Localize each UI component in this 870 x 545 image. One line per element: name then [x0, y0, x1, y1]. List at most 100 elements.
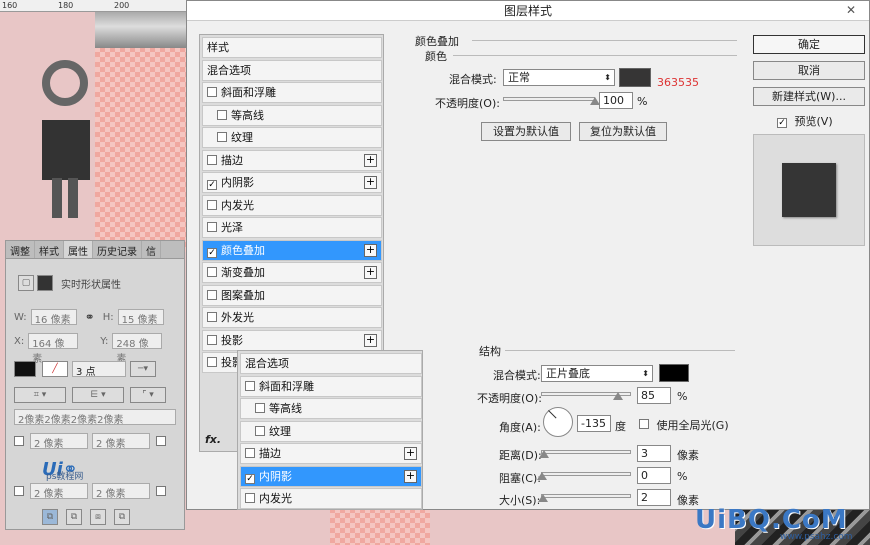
style-checkbox[interactable] — [207, 222, 217, 232]
add-effect-icon[interactable]: + — [364, 333, 377, 347]
is-blend-select[interactable]: 正片叠底 ⬍ — [541, 365, 653, 382]
choke-input[interactable]: 0 — [637, 467, 671, 484]
add-effect-icon[interactable]: + — [364, 266, 377, 279]
opacity-input[interactable]: 100 — [599, 92, 633, 109]
distance-input[interactable]: 3 — [637, 445, 671, 462]
add-effect-icon[interactable]: + — [364, 153, 377, 167]
style-item[interactable]: ✓ 内阴影 + — [240, 465, 422, 487]
exclude-icon[interactable]: ⧉ — [114, 509, 130, 525]
preview-checkbox[interactable]: ✓ — [777, 118, 787, 128]
align-icon[interactable]: ⌗ ▾ — [14, 387, 66, 403]
style-item[interactable]: 描边 + — [202, 149, 382, 171]
style-item[interactable]: 等高线 — [240, 398, 422, 419]
ok-button[interactable]: 确定 — [753, 35, 865, 54]
shape-icon[interactable]: ▢ — [18, 275, 34, 291]
style-item[interactable]: 外发光 — [202, 307, 382, 328]
style-checkbox[interactable] — [207, 87, 217, 97]
height-input[interactable]: 15 像素 — [117, 309, 164, 326]
corner-br-input[interactable]: 2 像素 — [92, 483, 150, 500]
reset-default-button[interactable]: 复位为默认值 — [579, 122, 667, 141]
add-effect-icon[interactable]: + — [364, 243, 377, 257]
combine-icon[interactable]: ⧉ — [42, 509, 58, 525]
choke-slider-thumb[interactable] — [537, 472, 547, 480]
choke-slider[interactable] — [541, 472, 631, 476]
is-opacity-input[interactable]: 85 — [637, 387, 671, 404]
style-item[interactable]: 混合选项 — [202, 59, 382, 81]
size-input[interactable]: 2 — [637, 489, 671, 506]
style-checkbox[interactable] — [207, 267, 217, 277]
style-item[interactable]: 描边 + — [240, 443, 422, 464]
close-icon[interactable]: ✕ — [833, 1, 869, 20]
style-checkbox[interactable] — [207, 199, 217, 210]
tab-history[interactable]: 历史记录 — [93, 241, 142, 258]
style-checkbox[interactable] — [207, 334, 217, 345]
style-item[interactable]: 等高线 — [202, 104, 382, 126]
style-item[interactable]: 斜面和浮雕 — [240, 375, 422, 397]
set-default-button[interactable]: 设置为默认值 — [481, 122, 571, 141]
style-checkbox[interactable] — [245, 448, 255, 458]
style-checkbox[interactable] — [217, 132, 227, 142]
size-slider[interactable] — [541, 494, 631, 498]
style-item[interactable]: ✓ 颜色叠加 + — [202, 239, 382, 261]
style-checkbox[interactable] — [245, 380, 255, 391]
corner-link-checkbox[interactable] — [14, 486, 24, 496]
add-effect-icon[interactable]: + — [404, 447, 417, 460]
width-input[interactable]: 16 像素 — [30, 309, 77, 326]
style-item[interactable]: 内发光 — [240, 488, 422, 509]
corner-tl-input[interactable]: 2 像素 — [30, 433, 88, 450]
corner-radii-input[interactable]: 2像素2像素2像素2像素 — [14, 409, 176, 426]
style-item[interactable]: ✓ 内阴影 + — [202, 172, 382, 193]
cancel-button[interactable]: 取消 — [753, 61, 865, 80]
style-item[interactable]: 样式 — [202, 37, 382, 58]
style-checkbox[interactable] — [207, 312, 217, 322]
link-icon[interactable]: ⚭ — [85, 310, 95, 324]
style-checkbox[interactable] — [207, 154, 217, 165]
angle-dial[interactable] — [543, 407, 573, 437]
style-item[interactable]: 图案叠加 — [202, 284, 382, 306]
style-checkbox[interactable]: ✓ — [207, 247, 217, 258]
intersect-icon[interactable]: ⧈ — [90, 509, 106, 525]
tab-info[interactable]: 信 — [142, 241, 161, 258]
style-item[interactable]: 投影 + — [202, 329, 382, 351]
add-effect-icon[interactable]: + — [364, 176, 377, 189]
x-input[interactable]: 164 像素 — [28, 333, 79, 365]
style-item[interactable]: 纹理 — [202, 127, 382, 148]
y-input[interactable]: 248 像素 — [112, 333, 163, 365]
new-style-button[interactable]: 新建样式(W)... — [753, 87, 865, 106]
corner-bl-input[interactable]: 2 像素 — [30, 483, 88, 500]
tab-adjust[interactable]: 调整 — [6, 241, 35, 258]
global-light-checkbox[interactable] — [639, 419, 649, 429]
stroke-style-dropdown[interactable]: ─▾ — [130, 361, 156, 377]
style-checkbox[interactable]: ✓ — [245, 473, 255, 484]
style-checkbox[interactable]: ✓ — [207, 180, 217, 190]
angle-input[interactable]: -135 — [577, 415, 611, 432]
opacity-slider[interactable] — [503, 97, 595, 101]
stroke-swatch[interactable]: ╱ — [42, 361, 68, 377]
corner-tr-input[interactable]: 2 像素 — [92, 433, 150, 450]
style-checkbox[interactable] — [255, 403, 265, 413]
is-color-swatch[interactable] — [659, 364, 689, 382]
style-item[interactable]: 斜面和浮雕 — [202, 82, 382, 103]
fill-swatch[interactable] — [14, 361, 36, 377]
style-checkbox[interactable] — [207, 289, 217, 300]
style-checkbox[interactable] — [255, 425, 265, 436]
distance-slider[interactable] — [541, 450, 631, 454]
style-item[interactable]: 光泽 — [202, 217, 382, 238]
corner-link-checkbox[interactable] — [14, 436, 24, 446]
style-item[interactable]: 内发光 — [202, 194, 382, 216]
corner-link-checkbox[interactable] — [156, 486, 166, 496]
style-checkbox[interactable] — [217, 109, 227, 120]
corner-join-icon[interactable]: ⌜ ▾ — [130, 387, 166, 403]
caps-icon[interactable]: ⋿ ▾ — [72, 387, 124, 403]
style-item[interactable]: 混合选项 — [240, 353, 422, 374]
size-slider-thumb[interactable] — [538, 494, 548, 502]
subtract-icon[interactable]: ⧉ — [66, 509, 82, 525]
blend-mode-select[interactable]: 正常 ⬍ — [503, 69, 615, 86]
style-item[interactable]: 纹理 — [240, 420, 422, 442]
mask-icon[interactable] — [37, 275, 53, 291]
is-opacity-slider-thumb[interactable] — [612, 392, 623, 400]
corner-link-checkbox[interactable] — [156, 436, 166, 446]
stroke-width-input[interactable]: 3 点 — [72, 361, 126, 378]
distance-slider-thumb[interactable] — [539, 450, 549, 458]
add-effect-icon[interactable]: + — [404, 469, 417, 483]
